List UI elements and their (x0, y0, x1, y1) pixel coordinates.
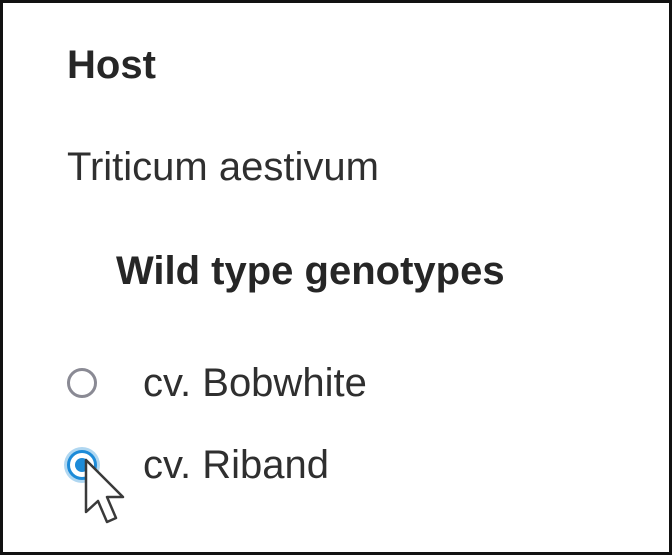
host-heading: Host (67, 43, 156, 87)
host-value: Triticum aestivum (67, 145, 379, 189)
radio-button-riband[interactable] (67, 450, 97, 480)
genotype-option-label: cv. Bobwhite (143, 360, 367, 405)
wild-type-genotypes-heading: Wild type genotypes (116, 249, 505, 293)
genotype-option-bobwhite[interactable]: cv. Bobwhite (67, 360, 367, 405)
host-genotype-panel: Host Triticum aestivum Wild type genotyp… (0, 0, 672, 555)
genotype-option-riband[interactable]: cv. Riband (67, 442, 330, 487)
radio-button-bobwhite[interactable] (67, 368, 97, 398)
genotype-option-label: cv. Riband (143, 442, 330, 487)
